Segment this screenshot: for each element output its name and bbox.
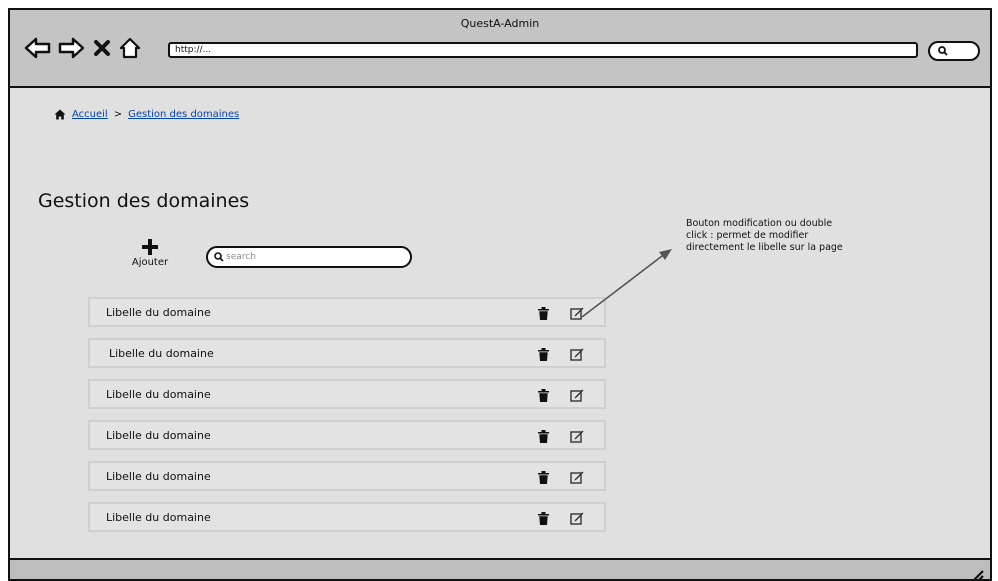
status-bar <box>10 558 990 581</box>
home-outline-icon[interactable] <box>118 36 142 60</box>
domain-label: Libelle du domaine <box>106 511 211 524</box>
domain-label: Libelle du domaine <box>106 470 211 483</box>
search-box[interactable] <box>206 246 412 268</box>
domain-row[interactable]: Libelle du domaine <box>88 297 606 327</box>
resize-grip-icon[interactable] <box>966 565 984 581</box>
trash-icon[interactable] <box>538 512 549 525</box>
add-button-label: Ajouter <box>131 257 169 268</box>
search-input[interactable] <box>226 249 396 265</box>
breadcrumb: Accueil > Gestion des domaines <box>54 109 239 120</box>
forward-arrow-icon[interactable] <box>57 36 85 60</box>
edit-icon[interactable] <box>570 347 584 361</box>
annotation-note: Bouton modification ou double click : pe… <box>686 218 843 253</box>
edit-icon[interactable] <box>570 388 584 402</box>
edit-icon[interactable] <box>570 470 584 484</box>
trash-icon[interactable] <box>538 348 549 361</box>
edit-icon[interactable] <box>570 511 584 525</box>
domain-row[interactable]: Libelle du domaine <box>88 420 606 450</box>
trash-icon[interactable] <box>538 430 549 443</box>
trash-icon[interactable] <box>538 389 549 402</box>
domain-label: Libelle du domaine <box>106 388 211 401</box>
home-icon <box>54 109 66 120</box>
domain-row[interactable]: Libelle du domaine <box>88 338 606 368</box>
window-title: QuestA-Admin <box>460 17 540 30</box>
annotation-arrow <box>581 249 672 318</box>
breadcrumb-home-link[interactable]: Accueil <box>72 109 108 120</box>
trash-icon[interactable] <box>538 307 549 320</box>
back-arrow-icon[interactable] <box>24 36 52 60</box>
browser-window: QuestA-Admin http://... Accueil > Gestio… <box>8 8 992 581</box>
domain-row[interactable]: Libelle du domaine <box>88 379 606 409</box>
domain-row[interactable]: Libelle du domaine <box>88 502 606 532</box>
page-title: Gestion des domaines <box>38 190 250 212</box>
breadcrumb-current-link[interactable]: Gestion des domaines <box>128 109 239 120</box>
domain-label: Libelle du domaine <box>106 429 211 442</box>
trash-icon[interactable] <box>538 471 549 484</box>
magnifier-icon <box>938 46 948 56</box>
browser-toolbar: QuestA-Admin http://... <box>10 10 990 88</box>
browser-search-field[interactable] <box>928 41 980 61</box>
domain-label: Libelle du domaine <box>106 306 211 319</box>
search-icon <box>214 252 224 262</box>
breadcrumb-separator: > <box>113 109 123 120</box>
plus-icon <box>142 239 158 255</box>
add-button[interactable]: Ajouter <box>120 238 180 268</box>
stop-x-icon[interactable] <box>92 36 112 60</box>
domain-label: Libelle du domaine <box>109 347 214 360</box>
domain-row[interactable]: Libelle du domaine <box>88 461 606 491</box>
edit-icon[interactable] <box>570 429 584 443</box>
edit-icon[interactable] <box>570 306 584 320</box>
url-input[interactable]: http://... <box>168 42 918 58</box>
